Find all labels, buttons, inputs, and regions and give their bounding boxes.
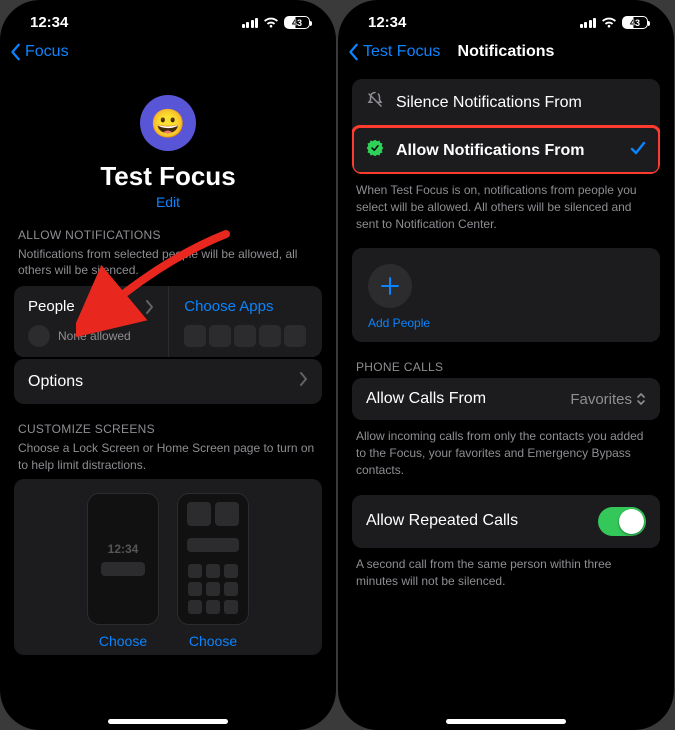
chevron-right-icon bbox=[300, 372, 308, 391]
add-people-label: Add People bbox=[368, 316, 430, 330]
customize-screens-header: CUSTOMIZE SCREENS bbox=[18, 422, 318, 436]
status-time: 12:34 bbox=[368, 14, 406, 31]
allow-calls-label: Allow Calls From bbox=[366, 390, 558, 408]
allow-notifications-note: When Test Focus is on, notifications fro… bbox=[356, 182, 656, 232]
allow-calls-note: Allow incoming calls from only the conta… bbox=[356, 428, 656, 478]
nav-bar: Focus bbox=[0, 33, 336, 67]
status-time: 12:34 bbox=[30, 14, 68, 31]
allow-label: Allow Notifications From bbox=[396, 142, 618, 160]
app-placeholder-icons bbox=[184, 325, 308, 347]
battery-icon: 43 bbox=[284, 16, 310, 29]
phone-calls-header: PHONE CALLS bbox=[356, 360, 656, 374]
allow-calls-value: Favorites bbox=[570, 391, 646, 408]
chevron-right-icon bbox=[146, 300, 154, 319]
nav-bar: Test Focus Notifications bbox=[338, 33, 674, 67]
allow-notifications-header: ALLOW NOTIFICATIONS bbox=[18, 228, 318, 242]
bell-slash-icon bbox=[366, 91, 384, 114]
repeated-calls-toggle[interactable] bbox=[598, 507, 646, 536]
plus-icon bbox=[368, 264, 412, 308]
customize-screens-card: 12:34 Choose Choose bbox=[14, 479, 322, 655]
cellular-icon bbox=[580, 18, 597, 28]
up-down-chevron-icon bbox=[636, 392, 646, 406]
options-label: Options bbox=[28, 373, 83, 391]
home-indicator[interactable] bbox=[108, 719, 228, 724]
home-screen-preview[interactable] bbox=[177, 493, 249, 625]
back-button[interactable]: Test Focus bbox=[348, 43, 440, 61]
home-indicator[interactable] bbox=[446, 719, 566, 724]
badge-check-icon bbox=[366, 139, 384, 162]
repeated-calls-note: A second call from the same person withi… bbox=[356, 556, 656, 590]
back-label: Focus bbox=[25, 43, 69, 61]
choose-home-screen-button[interactable]: Choose bbox=[189, 633, 237, 649]
choose-lock-screen-button[interactable]: Choose bbox=[99, 633, 147, 649]
cellular-icon bbox=[242, 18, 259, 28]
wifi-icon bbox=[263, 17, 279, 29]
silence-label: Silence Notifications From bbox=[396, 94, 646, 112]
allow-notifications-row[interactable]: Allow Notifications From bbox=[352, 126, 660, 174]
choose-apps-tile[interactable]: Choose Apps bbox=[170, 286, 322, 357]
back-label: Test Focus bbox=[363, 43, 440, 61]
focus-settings-screen: 12:34 43 Focus 😀 Test Focus Edit ALLOW N… bbox=[0, 0, 336, 730]
edit-button[interactable]: Edit bbox=[156, 194, 180, 210]
allow-calls-from-row[interactable]: Allow Calls From Favorites bbox=[352, 378, 660, 420]
people-tile[interactable]: People None allowed bbox=[14, 286, 166, 357]
battery-icon: 43 bbox=[622, 16, 648, 29]
focus-title: Test Focus bbox=[100, 161, 235, 192]
repeated-calls-label: Allow Repeated Calls bbox=[366, 512, 586, 530]
focus-header: 😀 Test Focus Edit bbox=[14, 95, 322, 210]
checkmark-icon bbox=[630, 140, 646, 161]
contact-placeholder-icon bbox=[28, 325, 50, 347]
status-bar: 12:34 43 bbox=[338, 0, 674, 33]
allow-repeated-calls-row: Allow Repeated Calls bbox=[352, 495, 660, 548]
status-bar: 12:34 43 bbox=[0, 0, 336, 33]
focus-emoji-icon: 😀 bbox=[140, 95, 196, 151]
lock-screen-preview[interactable]: 12:34 bbox=[87, 493, 159, 625]
none-allowed-label: None allowed bbox=[58, 329, 131, 343]
notifications-settings-screen: 12:34 43 Test Focus Notifications Silenc… bbox=[338, 0, 674, 730]
add-people-button[interactable]: Add People bbox=[352, 248, 660, 342]
choose-apps-label: Choose Apps bbox=[184, 298, 308, 315]
people-label: People bbox=[28, 298, 152, 315]
back-button[interactable]: Focus bbox=[10, 43, 69, 61]
options-row[interactable]: Options bbox=[14, 359, 322, 404]
customize-screens-subtitle: Choose a Lock Screen or Home Screen page… bbox=[18, 440, 318, 472]
allow-notifications-subtitle: Notifications from selected people will … bbox=[18, 246, 318, 278]
silence-notifications-row[interactable]: Silence Notifications From bbox=[352, 79, 660, 126]
wifi-icon bbox=[601, 17, 617, 29]
